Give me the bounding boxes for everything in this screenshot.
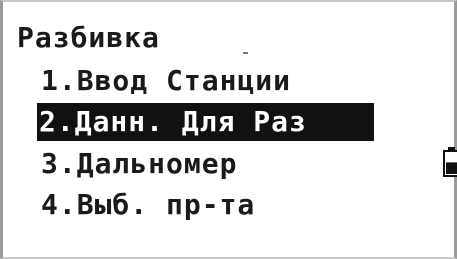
menu-item-stakeout-data[interactable]: 2.Данн. Для Раз [37, 103, 374, 141]
battery-fill [446, 162, 457, 174]
menu-item-program-select[interactable]: 4.Выб. пр-та [39, 186, 257, 224]
display-speck [243, 52, 248, 54]
instrument-screen: Разбивка 1.Ввод Станции 2.Данн. Для Раз … [0, 0, 457, 259]
menu-item-station-input[interactable]: 1.Ввод Станции [39, 62, 293, 100]
battery-icon [443, 147, 457, 177]
menu-item-rangefinder[interactable]: 3.Дальномер [39, 145, 239, 183]
screen-title: Разбивка [17, 21, 160, 54]
